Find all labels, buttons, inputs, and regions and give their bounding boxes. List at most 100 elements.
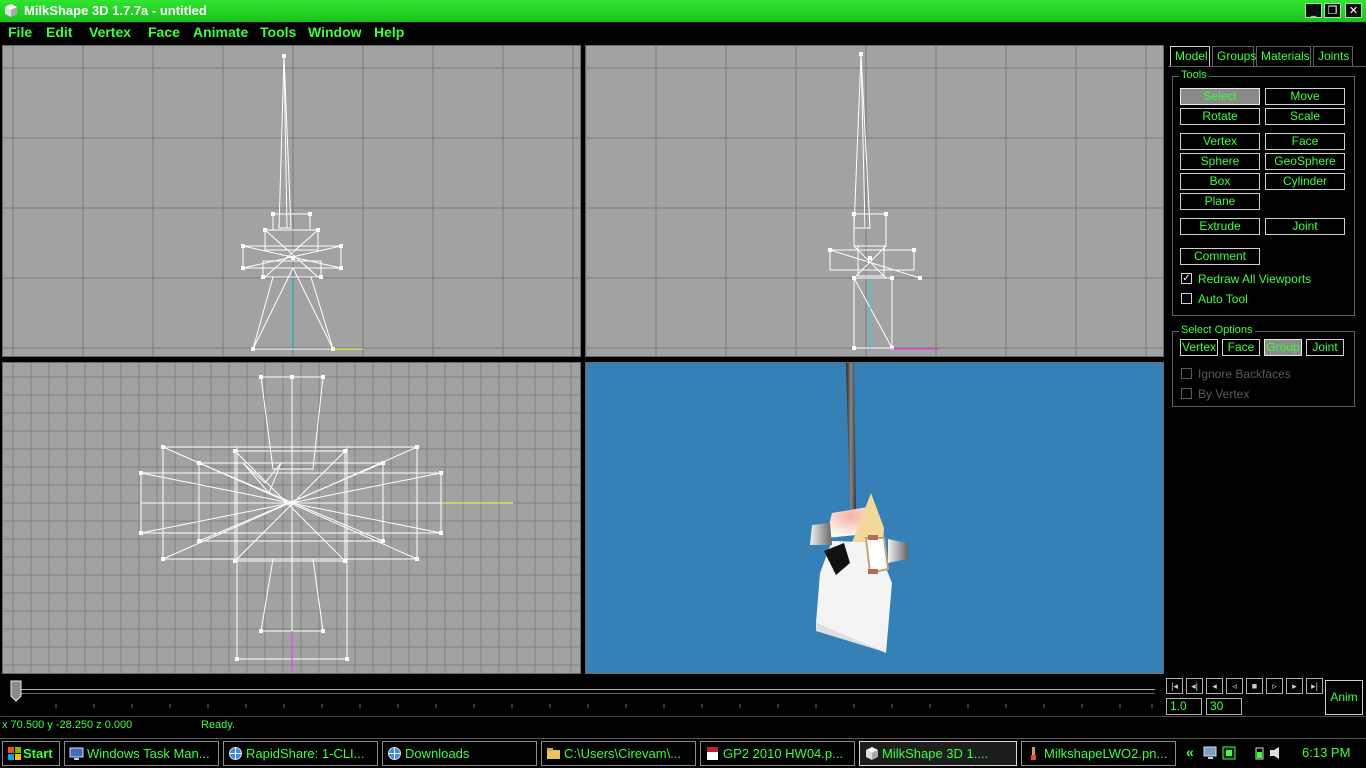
close-button[interactable]: ✕ — [1345, 3, 1362, 18]
select-face-button[interactable]: Face — [1222, 339, 1260, 356]
pdf-icon — [707, 747, 718, 760]
timeline-bar — [0, 676, 1366, 716]
by-vertex-label: By Vertex — [1198, 387, 1250, 401]
browser-globe-icon — [388, 747, 401, 760]
select-joint-button[interactable]: Joint — [1306, 339, 1344, 356]
redraw-all-checkbox[interactable]: ✓ — [1181, 273, 1192, 284]
menu-animate[interactable]: Animate — [193, 24, 248, 40]
volume-icon[interactable] — [1269, 746, 1285, 760]
select-button[interactable]: Select — [1180, 88, 1260, 105]
status-bar: x 70.500 y -28.250 z 0.000 Ready. — [0, 716, 1366, 739]
start-button[interactable]: Start — [2, 741, 60, 766]
frame-start-field[interactable]: 1.0 — [1166, 698, 1202, 715]
prev-frame-button[interactable]: ◂ — [1206, 678, 1223, 694]
task-explorer[interactable]: C:\Users\Cirevam\... — [541, 741, 696, 766]
vertex-tool-button[interactable]: Vertex — [1180, 133, 1260, 150]
perspective-model — [810, 363, 908, 653]
scale-button[interactable]: Scale — [1265, 108, 1345, 125]
ignore-backfaces-checkbox[interactable] — [1181, 368, 1192, 379]
move-button[interactable]: Move — [1265, 88, 1345, 105]
joint-tool-button[interactable]: Joint — [1265, 218, 1345, 235]
play-button[interactable]: ▹ — [1266, 678, 1283, 694]
tab-materials[interactable]: Materials — [1256, 46, 1311, 66]
select-vertex-button[interactable]: Vertex — [1180, 339, 1218, 356]
timeline-ticks — [55, 704, 1153, 708]
select-options-label: Select Options — [1179, 324, 1255, 336]
maximize-button[interactable]: ❐ — [1324, 3, 1341, 18]
taskbar-chevron[interactable]: « — [1186, 744, 1194, 760]
tab-joints[interactable]: Joints — [1313, 46, 1353, 66]
tab-divider — [1168, 66, 1366, 67]
by-vertex-checkbox[interactable] — [1181, 388, 1192, 399]
browser-globe-icon — [229, 747, 242, 760]
viewport-3d[interactable] — [585, 362, 1164, 674]
viewport-side[interactable] — [585, 45, 1164, 357]
menu-file[interactable]: File — [8, 24, 32, 40]
menu-edit[interactable]: Edit — [46, 24, 72, 40]
paint-brush-icon — [1031, 747, 1036, 760]
viewport-front[interactable] — [2, 45, 581, 357]
anim-button[interactable]: Anim — [1325, 680, 1363, 715]
frame-end-field[interactable]: 30 — [1206, 698, 1242, 715]
sphere-button[interactable]: Sphere — [1180, 153, 1260, 170]
stop-button[interactable]: ■ — [1246, 678, 1263, 694]
timeline-track[interactable] — [20, 689, 1155, 694]
first-frame-button[interactable]: |◂ — [1166, 678, 1183, 694]
auto-tool-checkbox[interactable] — [1181, 293, 1192, 304]
milkshape-app-icon — [5, 4, 17, 17]
tools-group-label: Tools — [1179, 69, 1209, 81]
clock[interactable]: 6:13 PM — [1302, 745, 1350, 760]
task-label: MilkshapeLWO2.pn... — [1044, 746, 1168, 761]
task-label: GP2 2010 HW04.p... — [723, 746, 843, 761]
side-wireframe — [586, 46, 1163, 356]
prev-key-button[interactable]: ◂| — [1186, 678, 1203, 694]
task-downloads[interactable]: Downloads — [382, 741, 537, 766]
task-milkshape[interactable]: MilkShape 3D 1.... — [859, 741, 1017, 766]
timeline-slider-thumb[interactable] — [10, 680, 22, 702]
tab-model[interactable]: Model — [1170, 46, 1210, 66]
face-tool-button[interactable]: Face — [1265, 133, 1345, 150]
minimize-button[interactable]: _ — [1305, 3, 1322, 18]
front-wireframe — [3, 46, 580, 356]
network-icon[interactable] — [1203, 746, 1219, 760]
folder-icon — [547, 748, 560, 759]
viewport-top[interactable] — [2, 362, 581, 674]
task-pdf[interactable]: GP2 2010 HW04.p... — [700, 741, 855, 766]
next-frame-button[interactable]: ▸ — [1286, 678, 1303, 694]
title-bar[interactable]: MilkShape 3D 1.7.7a - untitled _ ❐ ✕ — [0, 0, 1366, 22]
start-label: Start — [23, 746, 53, 761]
plane-button[interactable]: Plane — [1180, 193, 1260, 210]
select-group-button[interactable]: Group — [1264, 339, 1302, 356]
task-label: RapidShare: 1-CLI... — [246, 746, 365, 761]
last-frame-button[interactable]: ▸| — [1306, 678, 1323, 694]
menu-tools[interactable]: Tools — [260, 24, 296, 40]
coords-readout: x 70.500 y -28.250 z 0.000 — [2, 719, 133, 731]
monitor-icon — [69, 747, 84, 760]
task-task-manager[interactable]: Windows Task Man... — [64, 741, 219, 766]
battery-icon[interactable] — [1253, 746, 1267, 760]
menu-vertex[interactable]: Vertex — [89, 24, 131, 40]
task-image[interactable]: MilkshapeLWO2.pn... — [1021, 741, 1176, 766]
rotate-button[interactable]: Rotate — [1180, 108, 1260, 125]
redraw-all-label: Redraw All Viewports — [1198, 272, 1312, 286]
top-wireframe — [3, 363, 580, 673]
comment-button[interactable]: Comment — [1180, 248, 1260, 265]
task-label: Downloads — [405, 746, 470, 761]
extrude-button[interactable]: Extrude — [1180, 218, 1260, 235]
auto-tool-label: Auto Tool — [1198, 292, 1248, 306]
play-back-button[interactable]: ◃ — [1226, 678, 1243, 694]
windows-logo-icon — [8, 747, 21, 760]
menu-window[interactable]: Window — [308, 24, 362, 40]
menu-help[interactable]: Help — [374, 24, 404, 40]
status-message: Ready. — [201, 719, 236, 731]
geosphere-button[interactable]: GeoSphere — [1265, 153, 1345, 170]
task-rapidshare[interactable]: RapidShare: 1-CLI... — [223, 741, 378, 766]
ignore-backfaces-label: Ignore Backfaces — [1198, 367, 1291, 381]
menu-face[interactable]: Face — [148, 24, 180, 40]
cylinder-button[interactable]: Cylinder — [1265, 173, 1345, 190]
tab-groups[interactable]: Groups — [1212, 46, 1256, 66]
box-button[interactable]: Box — [1180, 173, 1260, 190]
tray-app-icon[interactable] — [1222, 746, 1236, 760]
window-title: MilkShape 3D 1.7.7a - untitled — [24, 3, 207, 18]
menu-bar: File Edit Vertex Face Animate Tools Wind… — [0, 22, 1366, 44]
